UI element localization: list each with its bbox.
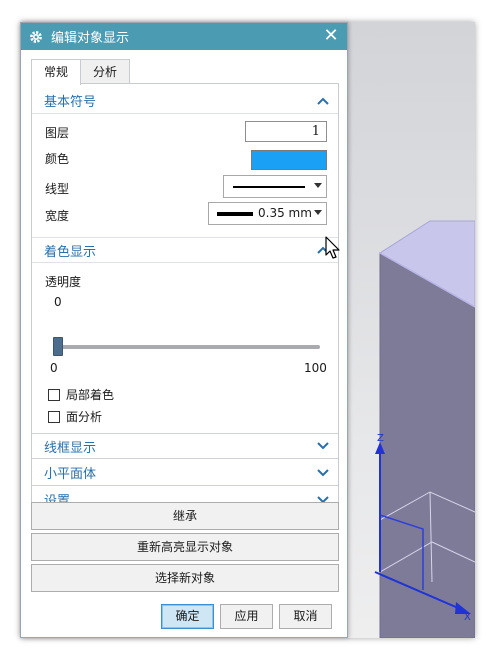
group-header-wireframe-display[interactable]: 线框显示 xyxy=(32,433,338,459)
group-title-shading: 着色显示 xyxy=(44,244,97,260)
transparency-label: 透明度 xyxy=(45,275,82,289)
inherit-button[interactable]: 继承 xyxy=(31,502,339,530)
group-header-shading[interactable]: 着色显示 xyxy=(32,237,338,263)
edit-object-display-dialog: 编辑对象显示 ✕ 常规 分析 基本符号 图层 1 颜色 线型 宽度 0.35 m… xyxy=(20,22,348,638)
chevron-down-icon[interactable] xyxy=(316,466,330,480)
dropdown-arrow-icon xyxy=(314,183,322,188)
width-dropdown[interactable]: 0.35 mm xyxy=(208,202,327,225)
chevron-up-icon[interactable] xyxy=(316,94,330,108)
slider-min-label: 0 xyxy=(50,361,58,375)
local-shading-checkbox[interactable] xyxy=(48,388,60,401)
color-picker-button[interactable] xyxy=(251,150,327,170)
group-title-faceted-body: 小平面体 xyxy=(44,467,97,482)
group-title-wireframe-display: 线框显示 xyxy=(44,440,97,456)
group-title-basic-symbol: 基本符号 xyxy=(44,95,97,110)
gear-icon xyxy=(28,29,44,45)
line-width-sample xyxy=(217,212,253,216)
local-shading-label: 局部着色 xyxy=(66,388,115,402)
close-icon[interactable]: ✕ xyxy=(321,26,341,46)
general-tab-panel: 基本符号 图层 1 颜色 线型 宽度 0.35 mm 着色显示 透明度 0 0 … xyxy=(31,83,341,519)
solid-line-sample xyxy=(233,186,305,188)
transparency-slider-thumb[interactable] xyxy=(53,337,63,356)
x-axis-label: X xyxy=(464,612,471,623)
width-value: 0.35 mm xyxy=(258,206,312,220)
select-new-objects-button[interactable]: 选择新对象 xyxy=(31,564,339,592)
linetype-label: 线型 xyxy=(45,182,70,196)
mouse-pointer-icon xyxy=(325,236,341,263)
slider-max-label: 100 xyxy=(304,361,327,375)
group-header-basic-symbol[interactable]: 基本符号 xyxy=(32,88,338,114)
layer-input[interactable]: 1 xyxy=(245,121,327,142)
local-shading-option[interactable]: 局部着色 xyxy=(48,386,114,403)
face-analysis-checkbox[interactable] xyxy=(48,410,60,423)
width-label: 宽度 xyxy=(45,209,70,223)
tab-bar: 常规 分析 xyxy=(31,59,131,85)
face-analysis-option[interactable]: 面分析 xyxy=(48,408,102,425)
tab-analysis[interactable]: 分析 xyxy=(80,59,131,84)
tab-general[interactable]: 常规 xyxy=(31,59,82,85)
apply-button[interactable]: 应用 xyxy=(220,604,273,629)
dialog-titlebar[interactable]: 编辑对象显示 ✕ xyxy=(21,23,347,50)
chevron-down-icon[interactable] xyxy=(316,439,330,453)
transparency-value: 0 xyxy=(54,295,62,309)
color-label: 颜色 xyxy=(45,152,70,166)
ok-button[interactable]: 确定 xyxy=(161,604,214,629)
dialog-title: 编辑对象显示 xyxy=(51,31,130,46)
dropdown-arrow-icon xyxy=(314,210,322,215)
z-axis-label: Z xyxy=(377,433,384,444)
layer-label: 图层 xyxy=(45,126,70,140)
group-header-faceted-body[interactable]: 小平面体 xyxy=(32,460,338,486)
cancel-button[interactable]: 取消 xyxy=(279,604,332,629)
rehighlight-objects-button[interactable]: 重新高亮显示对象 xyxy=(31,533,339,561)
transparency-slider-track[interactable] xyxy=(58,345,320,349)
face-analysis-label: 面分析 xyxy=(66,410,103,424)
linetype-dropdown[interactable] xyxy=(223,175,327,198)
